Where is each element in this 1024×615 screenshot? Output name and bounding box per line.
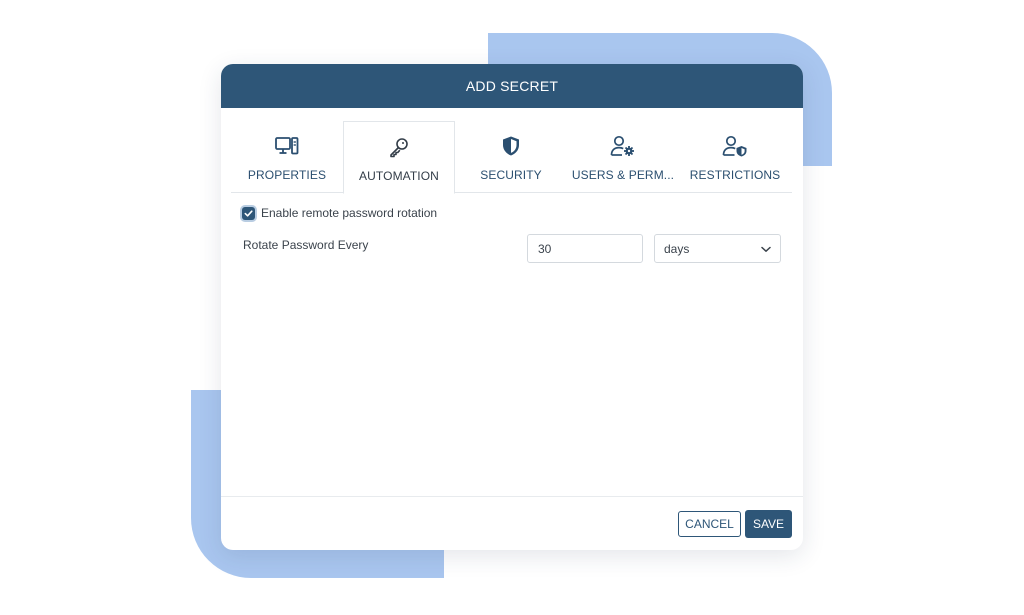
tab-automation[interactable]: AUTOMATION [343, 121, 455, 194]
enable-rotation-row[interactable]: Enable remote password rotation [242, 206, 437, 220]
rotation-unit-value: days [664, 241, 690, 256]
enable-rotation-label: Enable remote password rotation [261, 206, 438, 220]
user-shield-icon [722, 134, 748, 158]
automation-panel: Enable remote password rotation Rotate P… [221, 194, 803, 496]
rotate-password-label: Rotate Password Every [243, 238, 369, 252]
key-icon [388, 135, 410, 159]
save-button[interactable]: SAVE [745, 510, 792, 538]
chevron-down-icon [761, 242, 771, 256]
shield-icon [501, 134, 521, 158]
cancel-button[interactable]: CANCEL [678, 511, 741, 537]
dialog-header: ADD SECRET [221, 64, 803, 108]
rotation-unit-select[interactable]: days [654, 234, 781, 263]
dialog-footer: CANCEL SAVE [221, 496, 803, 550]
tab-properties[interactable]: PROPERTIES [231, 121, 343, 193]
tab-properties-label: PROPERTIES [247, 168, 327, 182]
dialog-title: ADD SECRET [465, 78, 559, 94]
tab-restrictions-label: RESTRICTIONS [689, 168, 781, 182]
enable-rotation-checkbox[interactable] [242, 206, 255, 220]
tab-security-label: SECURITY [480, 168, 542, 182]
computer-icon [275, 134, 299, 158]
tab-security[interactable]: SECURITY [455, 121, 567, 193]
user-gear-icon [610, 134, 636, 158]
tab-bar: PROPERTIES AUTOMATION SECURITY USERS & P… [231, 121, 792, 194]
add-secret-dialog: ADD SECRET PROPERTIES AUTOMATION SECURIT… [221, 64, 803, 550]
rotation-interval-value: 30 [538, 241, 552, 256]
tab-users-permissions[interactable]: USERS & PERM... [567, 121, 679, 193]
rotation-interval-input[interactable]: 30 [527, 234, 643, 263]
tab-users-permissions-label: USERS & PERM... [571, 168, 675, 182]
checkmark-icon [244, 209, 253, 217]
tab-automation-label: AUTOMATION [359, 169, 439, 183]
tab-restrictions[interactable]: RESTRICTIONS [679, 121, 791, 193]
